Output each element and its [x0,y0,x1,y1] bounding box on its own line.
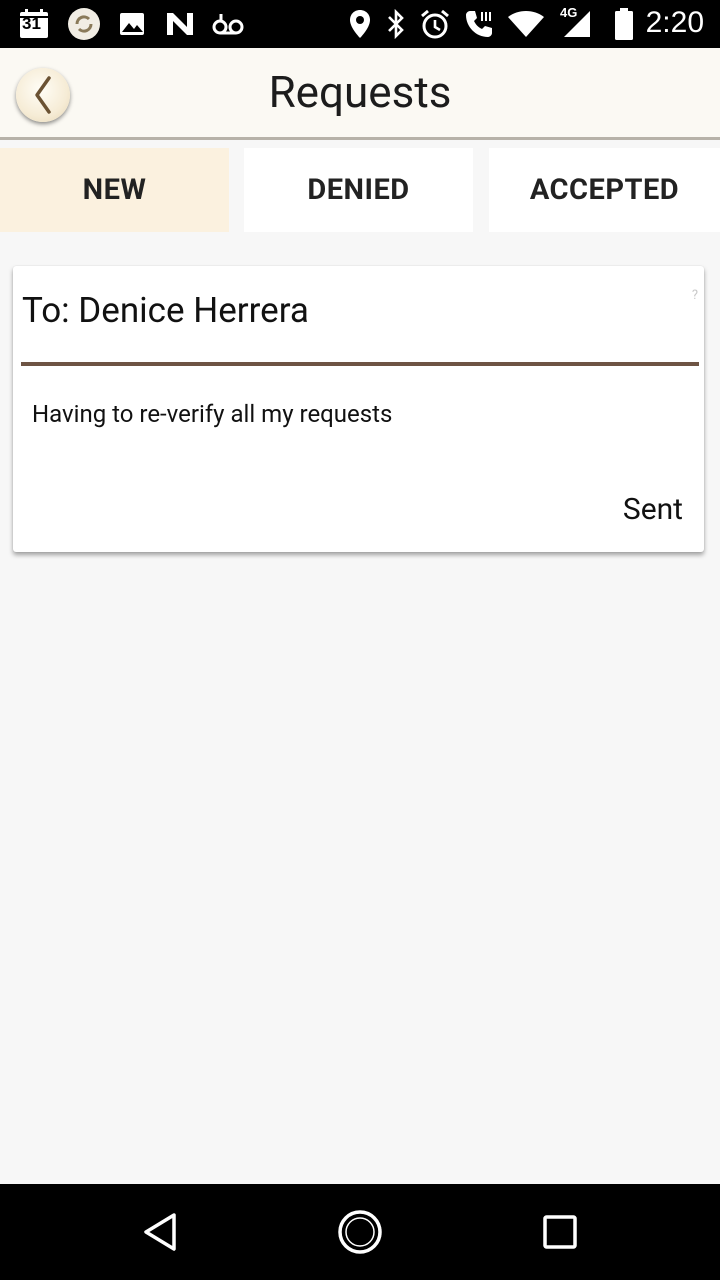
tab-denied[interactable]: DENIED [244,148,473,232]
card-divider [21,362,699,366]
signal-icon [562,8,592,40]
status-bar: 31 4G 2:20 [0,0,720,48]
bluetooth-icon [384,8,408,40]
voicemail-icon [212,8,244,40]
request-recipient: To: Denice Herrera [22,290,309,331]
navigation-bar [0,1184,720,1280]
nav-back-button[interactable] [132,1204,188,1260]
n-app-icon [164,8,196,40]
status-time: 2:20 [645,6,704,39]
help-indicator[interactable]: ? [692,288,698,303]
call-icon [462,8,496,40]
alarm-icon [418,8,452,40]
calendar-date: 31 [22,14,41,33]
request-card[interactable]: To: Denice Herrera ? Having to re-verify… [13,266,704,552]
tab-bar: NEW DENIED ACCEPTED [0,148,720,232]
nav-home-button[interactable] [332,1204,388,1260]
image-icon [118,8,146,40]
request-status: Sent [622,492,683,527]
request-message: Having to re-verify all my requests [32,400,393,428]
back-triangle-icon [140,1212,180,1252]
location-icon [348,8,372,40]
home-circle-icon [337,1209,383,1255]
recents-square-icon [542,1214,578,1250]
page-title: Requests [268,66,452,118]
battery-icon [612,8,636,40]
wifi-icon [506,8,546,40]
nav-recents-button[interactable] [532,1204,588,1260]
app-bar: Requests [0,48,720,140]
sync-app-icon [66,8,102,40]
tab-accepted[interactable]: ACCEPTED [489,148,720,232]
tab-new[interactable]: NEW [0,148,229,232]
